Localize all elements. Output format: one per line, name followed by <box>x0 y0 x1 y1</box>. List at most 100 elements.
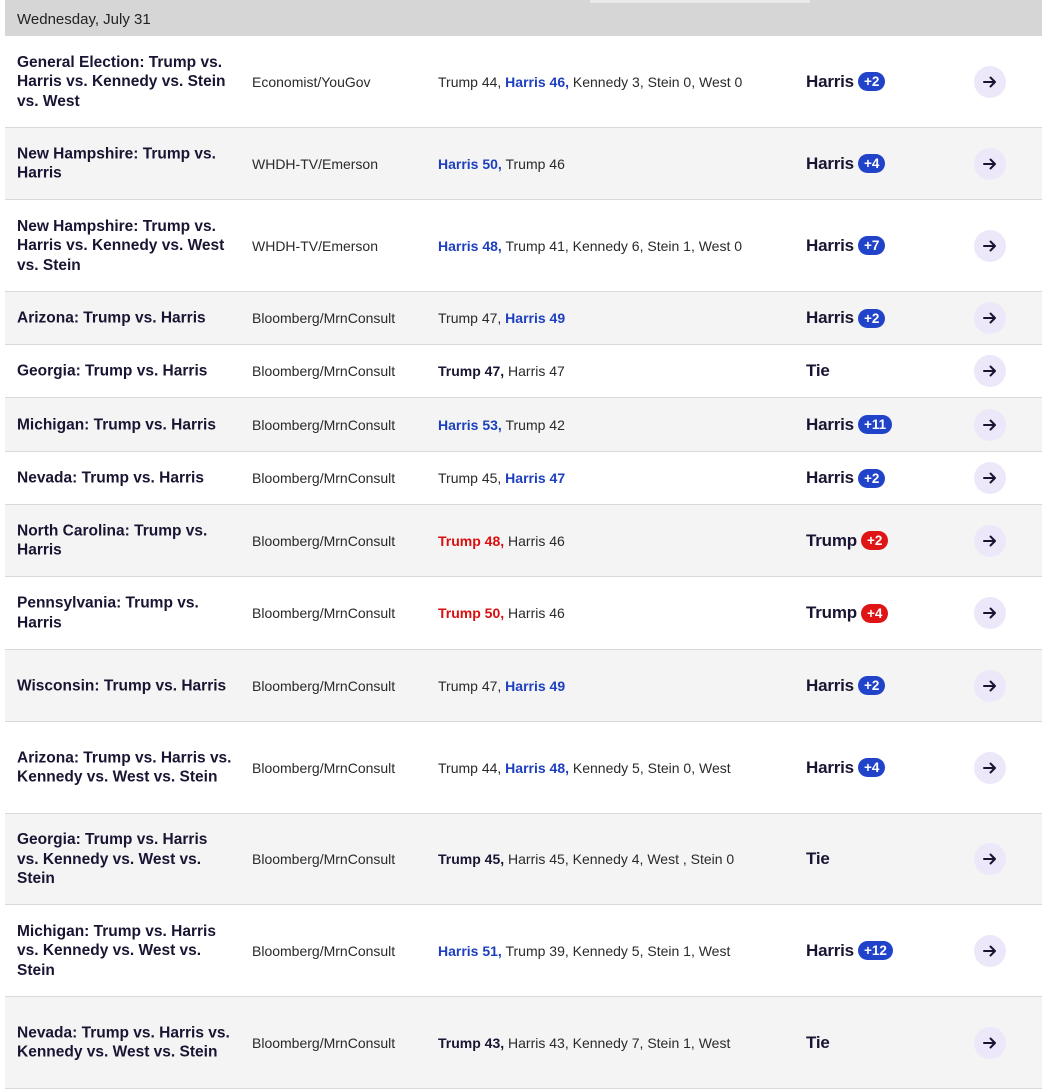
open-poll-button[interactable] <box>974 751 1006 784</box>
race-title[interactable]: Georgia: Trump vs. Harris vs. Kennedy vs… <box>17 830 233 889</box>
date-header: Wednesday, July 31 <box>5 0 1042 36</box>
open-poll-button[interactable] <box>974 302 1006 334</box>
arrow-right-icon <box>983 762 996 773</box>
open-poll-button[interactable] <box>974 524 1006 557</box>
race-title[interactable]: Pennsylvania: Trump vs. Harris <box>17 594 233 633</box>
spread: Tie <box>806 361 830 381</box>
pollster-name: Bloomberg/MrnConsult <box>252 416 396 433</box>
arrow-right-icon <box>983 312 996 324</box>
race-title[interactable]: Arizona: Trump vs. Harris <box>17 308 233 328</box>
poll-row[interactable]: Georgia: Trump vs. Harris vs. Kennedy vs… <box>5 814 1042 905</box>
spread-label: Trump <box>806 530 857 550</box>
open-poll-button[interactable] <box>974 147 1006 180</box>
pollster-name: Bloomberg/MrnConsult <box>252 532 396 549</box>
open-poll-button[interactable] <box>974 934 1006 967</box>
poll-results: Harris 51, Trump 39, Kennedy 5, Stein 1,… <box>438 943 730 959</box>
candidate-results: Trump 44, <box>438 73 506 90</box>
poll-row[interactable]: New Hampshire: Trump vs. Harris WHDH-TV/E… <box>5 128 1042 200</box>
poll-row[interactable]: Michigan: Trump vs. Harris vs. Kennedy v… <box>5 905 1042 997</box>
pollster-name: Bloomberg/MrnConsult <box>252 759 396 776</box>
candidate-results: Trump 39, Kennedy 5, Stein 1, West <box>501 942 731 959</box>
poll-results: Trump 44, Harris 48, Kennedy 5, Stein 0,… <box>438 760 731 776</box>
date-header-label: Wednesday, July 31 <box>17 11 151 28</box>
leading-candidate: Harris 47 <box>505 470 566 486</box>
poll-row[interactable]: Wisconsin: Trump vs. Harris Bloomberg/Mrn… <box>5 650 1042 722</box>
spread-badge: +2 <box>860 531 889 550</box>
spread-label: Harris <box>806 153 854 173</box>
poll-rows: General Election: Trump vs. Harris vs. K… <box>5 36 1042 1089</box>
candidate-results: Harris 47 <box>504 363 565 379</box>
spread: Harris +12 <box>806 941 893 961</box>
leading-candidate: Harris 49 <box>505 310 566 326</box>
race-title[interactable]: Michigan: Trump vs. Harris vs. Kennedy v… <box>17 921 233 980</box>
poll-results: Harris 53, Trump 42 <box>438 417 565 433</box>
spread: Tie <box>806 1033 830 1053</box>
poll-row[interactable]: Nevada: Trump vs. Harris vs. Kennedy vs.… <box>5 997 1042 1089</box>
poll-row[interactable]: Arizona: Trump vs. Harris vs. Kennedy vs… <box>5 722 1042 814</box>
candidate-results: Kennedy 5, Stein 0, West <box>569 759 731 776</box>
spread-badge: +12 <box>857 941 893 960</box>
spread: Harris +4 <box>806 153 886 174</box>
arrow-right-icon <box>983 1037 996 1048</box>
candidate-results: Harris 46 <box>504 532 565 549</box>
spread-badge: +11 <box>857 415 893 434</box>
poll-row[interactable]: Nevada: Trump vs. Harris Bloomberg/MrnCon… <box>5 452 1042 505</box>
poll-row[interactable]: Pennsylvania: Trump vs. Harris Bloomberg/… <box>5 577 1042 650</box>
open-poll-button[interactable] <box>974 408 1006 441</box>
spread: Harris +2 <box>806 676 886 696</box>
pollster-name: Bloomberg/MrnConsult <box>252 1034 396 1051</box>
poll-results: Trump 47, Harris 49 <box>438 678 565 694</box>
race-title[interactable]: Nevada: Trump vs. Harris vs. Kennedy vs.… <box>17 1023 233 1062</box>
open-poll-button[interactable] <box>974 1026 1006 1059</box>
open-poll-button[interactable] <box>974 65 1006 98</box>
arrow-right-icon <box>983 853 996 865</box>
poll-row[interactable]: Arizona: Trump vs. Harris Bloomberg/MrnCo… <box>5 292 1042 345</box>
arrow-right-icon <box>983 472 996 484</box>
candidate-results: Trump 47, <box>438 310 506 326</box>
open-poll-button[interactable] <box>974 843 1006 875</box>
arrow-right-icon <box>983 607 996 619</box>
race-title[interactable]: Nevada: Trump vs. Harris <box>17 468 233 488</box>
pollster-name: WHDH-TV/Emerson <box>252 237 379 254</box>
open-poll-button[interactable] <box>974 669 1006 702</box>
spread-label: Tie <box>806 1032 830 1052</box>
spread-badge: +2 <box>857 676 886 695</box>
header-strip <box>590 0 810 3</box>
candidate-results: Trump 42 <box>501 416 565 433</box>
spread-label: Harris <box>806 757 854 777</box>
poll-results: Harris 48, Trump 41, Kennedy 6, Stein 1,… <box>438 238 742 254</box>
poll-row[interactable]: Michigan: Trump vs. Harris Bloomberg/MrnC… <box>5 398 1042 452</box>
open-poll-button[interactable] <box>974 597 1006 629</box>
poll-row[interactable]: New Hampshire: Trump vs. Harris vs. Kenn… <box>5 200 1042 292</box>
candidate-results: Harris 46 <box>504 605 565 621</box>
candidate-results: Trump 44, <box>438 759 506 776</box>
poll-row[interactable]: General Election: Trump vs. Harris vs. K… <box>5 36 1042 128</box>
leading-candidate: Trump 50, <box>438 605 505 621</box>
arrow-right-icon <box>983 419 996 430</box>
poll-row[interactable]: Georgia: Trump vs. Harris Bloomberg/MrnCo… <box>5 345 1042 398</box>
race-title[interactable]: North Carolina: Trump vs. Harris <box>17 521 233 560</box>
race-title[interactable]: New Hampshire: Trump vs. Harris <box>17 144 233 183</box>
spread-badge: +4 <box>857 758 886 777</box>
spread-badge: +2 <box>857 308 886 328</box>
race-title[interactable]: General Election: Trump vs. Harris vs. K… <box>17 52 233 111</box>
poll-results: Harris 50, Trump 46 <box>438 156 565 172</box>
spread-label: Harris <box>806 71 854 91</box>
leading-candidate: Harris 49 <box>505 677 566 694</box>
race-title[interactable]: Wisconsin: Trump vs. Harris <box>17 676 233 696</box>
poll-results: Trump 47, Harris 49 <box>438 310 565 326</box>
spread: Harris +7 <box>806 235 886 256</box>
pollster-name: Economist/YouGov <box>252 73 371 90</box>
spread-label: Harris <box>806 235 854 255</box>
race-title[interactable]: Georgia: Trump vs. Harris <box>17 361 233 381</box>
race-title[interactable]: New Hampshire: Trump vs. Harris vs. Kenn… <box>17 216 233 275</box>
open-poll-button[interactable] <box>974 462 1006 494</box>
open-poll-button[interactable] <box>974 229 1006 262</box>
candidate-results: Trump 46 <box>501 155 565 172</box>
candidate-results: Kennedy 3, Stein 0, West 0 <box>569 73 743 90</box>
arrow-right-icon <box>983 680 996 691</box>
poll-row[interactable]: North Carolina: Trump vs. Harris Bloomber… <box>5 505 1042 577</box>
race-title[interactable]: Arizona: Trump vs. Harris vs. Kennedy vs… <box>17 748 233 787</box>
race-title[interactable]: Michigan: Trump vs. Harris <box>17 415 233 435</box>
open-poll-button[interactable] <box>974 355 1006 387</box>
